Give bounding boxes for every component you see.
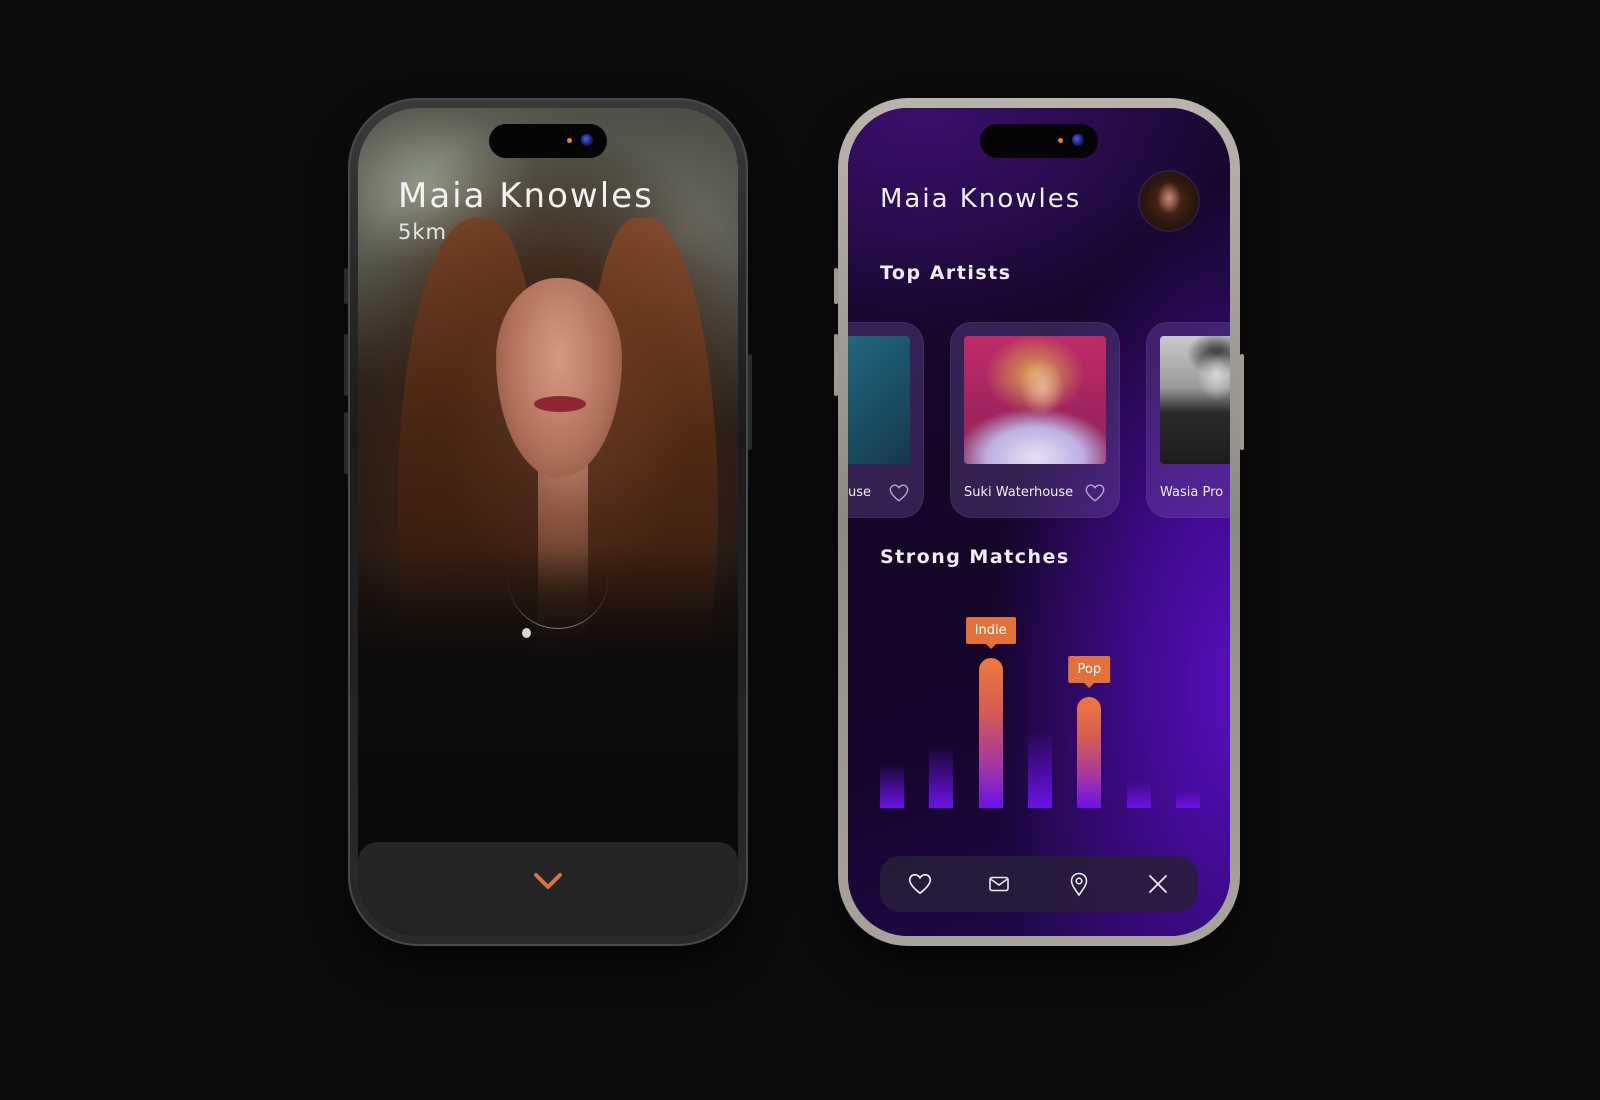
profile-screen: Maia Knowles Top Artists use Suki Waterh… [848, 108, 1230, 936]
chart-bar [929, 745, 954, 808]
chart-bar [1077, 697, 1102, 808]
genre-tag: Indie [965, 617, 1016, 644]
artist-photo [964, 336, 1106, 464]
artist-card[interactable]: Wasia Pro [1146, 322, 1230, 518]
artist-name: Wasia Pro [1160, 485, 1224, 500]
photo-screen: Maia Knowles 5km [358, 108, 738, 936]
artist-name: use [848, 485, 872, 500]
dynamic-island [980, 124, 1098, 158]
mute-switch [344, 268, 348, 304]
phone-right: Maia Knowles Top Artists use Suki Waterh… [834, 98, 1244, 946]
artist-photo [1160, 336, 1230, 464]
chart-bar [1176, 790, 1200, 808]
volume-up-button [834, 334, 838, 396]
like-button[interactable] [902, 866, 938, 902]
profile-name: Maia Knowles [398, 176, 654, 216]
genre-tag: Pop [1068, 656, 1111, 683]
profile-name: Maia Knowles [880, 184, 1082, 214]
top-artists-heading: Top Artists [880, 262, 1012, 284]
power-button [1240, 354, 1244, 450]
mute-switch [834, 268, 838, 304]
heart-icon [908, 873, 931, 895]
phone-left: Maia Knowles 5km [344, 98, 752, 946]
power-button [748, 354, 752, 450]
profile-avatar[interactable] [1140, 172, 1198, 230]
message-button[interactable] [981, 866, 1017, 902]
location-button[interactable] [1061, 866, 1097, 902]
chart-bar [1028, 730, 1052, 808]
artist-card[interactable]: use [848, 322, 924, 518]
heart-icon[interactable] [888, 482, 910, 504]
volume-up-button [344, 334, 348, 396]
showcase-stage: Maia Knowles 5km Maia Knowles Top Artist… [0, 0, 1600, 1100]
mail-icon [989, 876, 1010, 892]
profile-distance: 5km [398, 220, 447, 244]
chevron-down-icon [534, 873, 562, 889]
location-pin-icon [1070, 872, 1088, 897]
heart-icon[interactable] [1084, 482, 1106, 504]
expand-profile-button[interactable] [528, 866, 568, 896]
artist-photo [848, 336, 910, 464]
camera-icon [1072, 134, 1084, 146]
artist-name: Suki Waterhouse [964, 485, 1074, 500]
bottom-panel [358, 842, 738, 936]
chart-bar [880, 763, 904, 808]
chart-bar [978, 658, 1003, 808]
volume-down-button [344, 412, 348, 474]
strong-matches-chart: Indie Pop [880, 588, 1200, 808]
close-icon [1149, 875, 1168, 893]
dynamic-island [489, 124, 607, 158]
camera-icon [581, 134, 593, 146]
dismiss-button[interactable] [1140, 866, 1176, 902]
chart-bar [1126, 781, 1151, 808]
top-artists-carousel[interactable]: use Suki Waterhouse Wasia Pro [848, 322, 1230, 520]
bottom-nav-bar [880, 856, 1198, 912]
strong-matches-heading: Strong Matches [880, 546, 1070, 568]
artist-card[interactable]: Suki Waterhouse [950, 322, 1120, 518]
